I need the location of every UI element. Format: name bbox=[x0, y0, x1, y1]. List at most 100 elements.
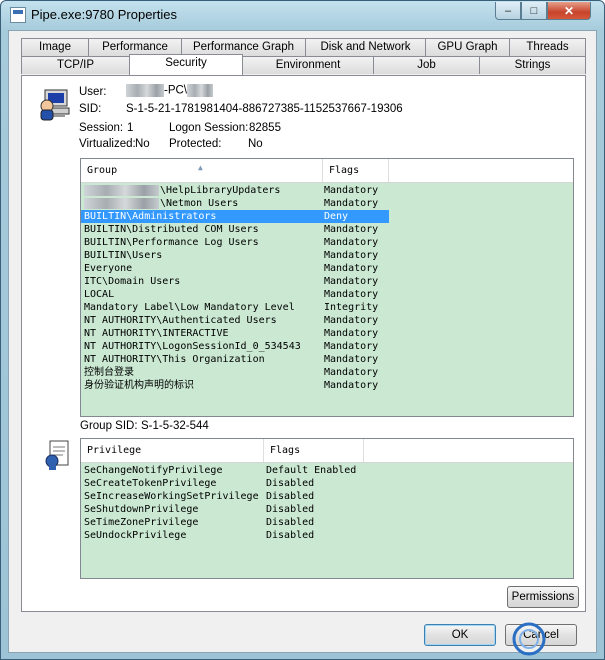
privilege-column-header[interactable]: Privilege bbox=[81, 439, 264, 462]
privilege-name: SeShutdownPrivilege bbox=[84, 504, 199, 515]
sid-value: S-1-5-21-1781981404-886727385-1152537667… bbox=[126, 103, 403, 115]
virtualized-label: Virtualized: bbox=[79, 138, 136, 150]
tab-security[interactable]: Security bbox=[129, 54, 243, 75]
group-flags: Mandatory bbox=[324, 185, 379, 196]
group-row[interactable]: BUILTIN\Distributed COM Users Mandatory bbox=[81, 223, 389, 236]
group-row[interactable]: 身份验证机构声明的标识 Mandatory bbox=[81, 379, 389, 392]
tab-job[interactable]: Job bbox=[373, 56, 480, 74]
tab-disk-and-network[interactable]: Disk and Network bbox=[305, 38, 426, 56]
group-row[interactable]: NT AUTHORITY\This Organization Mandatory bbox=[81, 353, 389, 366]
privilege-flags: Disabled bbox=[266, 530, 315, 541]
ok-button[interactable]: OK bbox=[424, 624, 496, 646]
group-flags: Mandatory bbox=[324, 367, 379, 378]
tab-threads[interactable]: Threads bbox=[509, 38, 586, 56]
group-flags: Mandatory bbox=[324, 328, 379, 339]
group-flags: Mandatory bbox=[324, 263, 379, 274]
virtualized-value: No bbox=[135, 138, 150, 150]
group-name: NT AUTHORITY\This Organization bbox=[84, 354, 265, 365]
group-flags: Mandatory bbox=[324, 315, 379, 326]
privileges-list[interactable]: Privilege Flags SeChangeNotifyPrivilege D… bbox=[80, 438, 574, 579]
group-name: BUILTIN\Distributed COM Users bbox=[84, 224, 259, 235]
group-row[interactable]: BUILTIN\Performance Log Users Mandatory bbox=[81, 236, 389, 249]
group-flags: Mandatory bbox=[324, 380, 379, 391]
group-name: Everyone bbox=[84, 263, 133, 274]
privileges-list-header: Privilege Flags bbox=[81, 439, 573, 463]
protected-label: Protected: bbox=[169, 138, 222, 150]
group-flags: Mandatory bbox=[324, 250, 379, 261]
tab-gpu-graph[interactable]: GPU Graph bbox=[425, 38, 510, 56]
privilege-row[interactable]: SeCreateTokenPrivilege Disabled bbox=[81, 477, 381, 490]
group-name: LOCAL bbox=[84, 289, 115, 300]
session-label: Session: bbox=[79, 122, 124, 134]
group-column-header[interactable]: ▲ Group bbox=[81, 159, 323, 182]
permissions-button[interactable]: Permissions bbox=[507, 586, 579, 608]
group-flags: Mandatory bbox=[324, 341, 379, 352]
privilege-name: SeUndockPrivilege bbox=[84, 530, 187, 541]
tab-tcp-ip[interactable]: TCP/IP bbox=[21, 56, 130, 74]
flags-column-header[interactable]: Flags bbox=[323, 159, 389, 182]
session-value: 1 bbox=[127, 122, 134, 134]
maximize-button[interactable]: □ bbox=[521, 2, 547, 20]
groups-list[interactable]: ▲ Group Flags \HelpLibraryUpdaters Mandat… bbox=[80, 158, 574, 417]
sid-label: SID: bbox=[79, 103, 102, 115]
privilege-flags: Disabled bbox=[266, 517, 315, 528]
group-row[interactable]: Mandatory Label\Low Mandatory Level Integ… bbox=[81, 301, 389, 314]
group-flags: Mandatory bbox=[324, 224, 379, 235]
redacted-machine-name bbox=[84, 185, 159, 196]
group-flags: Mandatory bbox=[324, 237, 379, 248]
group-name: BUILTIN\Performance Log Users bbox=[84, 237, 259, 248]
properties-window: Pipe.exe:9780 Properties – □ ✕ Image Per… bbox=[0, 0, 605, 660]
sort-ascending-icon: ▲ bbox=[198, 163, 203, 172]
group-row[interactable]: NT AUTHORITY\INTERACTIVE Mandatory bbox=[81, 327, 389, 340]
group-flags: Mandatory bbox=[324, 289, 379, 300]
privilege-row[interactable]: SeChangeNotifyPrivilege Default Enabled bbox=[81, 464, 381, 477]
redacted-machine-name bbox=[84, 198, 159, 209]
logon-session-value: 82855 bbox=[249, 122, 281, 134]
group-name: 控制台登录 bbox=[84, 367, 134, 378]
user-label: User: bbox=[79, 86, 107, 98]
group-row[interactable]: \HelpLibraryUpdaters Mandatory bbox=[81, 184, 389, 197]
privilege-name: SeChangeNotifyPrivilege bbox=[84, 465, 223, 476]
group-row[interactable]: ITC\Domain Users Mandatory bbox=[81, 275, 389, 288]
tab-environment[interactable]: Environment bbox=[242, 56, 374, 74]
title-bar[interactable]: Pipe.exe:9780 Properties – □ ✕ bbox=[1, 1, 604, 29]
group-row[interactable]: BUILTIN\Administrators Deny bbox=[81, 210, 389, 223]
group-flags: Mandatory bbox=[324, 198, 379, 209]
privilege-flags: Disabled bbox=[266, 504, 315, 515]
dialog-client-area: Image Performance Performance Graph Disk… bbox=[8, 30, 597, 653]
privilege-flags-column-header[interactable]: Flags bbox=[264, 439, 364, 462]
group-name: \Netmon Users bbox=[160, 198, 239, 209]
privilege-flags: Default Enabled bbox=[266, 465, 357, 476]
group-row[interactable]: \Netmon Users Mandatory bbox=[81, 197, 389, 210]
user-computer-icon bbox=[40, 89, 70, 121]
tab-image[interactable]: Image bbox=[21, 38, 89, 56]
watermark-logo bbox=[507, 613, 602, 657]
privilege-row[interactable]: SeUndockPrivilege Disabled bbox=[81, 529, 381, 542]
group-name: NT AUTHORITY\Authenticated Users bbox=[84, 315, 277, 326]
group-row[interactable]: NT AUTHORITY\LogonSessionId_0_534543 Mand… bbox=[81, 340, 389, 353]
group-row[interactable]: LOCAL Mandatory bbox=[81, 288, 389, 301]
privilege-flags: Disabled bbox=[266, 478, 315, 489]
user-value: -PC\ bbox=[126, 84, 213, 97]
privilege-row[interactable]: SeShutdownPrivilege Disabled bbox=[81, 503, 381, 516]
privilege-flags: Disabled bbox=[266, 491, 315, 502]
user-suffix: -PC\ bbox=[164, 84, 187, 97]
group-flags: Mandatory bbox=[324, 276, 379, 287]
privilege-row[interactable]: SeIncreaseWorkingSetPrivilege Disabled bbox=[81, 490, 381, 503]
group-row[interactable]: NT AUTHORITY\Authenticated Users Mandator… bbox=[81, 314, 389, 327]
app-icon bbox=[10, 7, 26, 23]
close-button[interactable]: ✕ bbox=[547, 2, 591, 20]
group-name: NT AUTHORITY\LogonSessionId_0_534543 bbox=[84, 341, 301, 352]
group-flags: Mandatory bbox=[324, 354, 379, 365]
privilege-document-icon bbox=[45, 440, 69, 470]
privilege-row[interactable]: SeTimeZonePrivilege Disabled bbox=[81, 516, 381, 529]
minimize-button[interactable]: – bbox=[495, 2, 521, 20]
group-name: BUILTIN\Administrators bbox=[84, 211, 217, 222]
logon-session-label: Logon Session: bbox=[169, 122, 249, 134]
group-row[interactable]: BUILTIN\Users Mandatory bbox=[81, 249, 389, 262]
group-row[interactable]: 控制台登录 Mandatory bbox=[81, 366, 389, 379]
group-row[interactable]: Everyone Mandatory bbox=[81, 262, 389, 275]
protected-value: No bbox=[248, 138, 263, 150]
tab-strings[interactable]: Strings bbox=[479, 56, 586, 74]
privilege-name: SeCreateTokenPrivilege bbox=[84, 478, 217, 489]
